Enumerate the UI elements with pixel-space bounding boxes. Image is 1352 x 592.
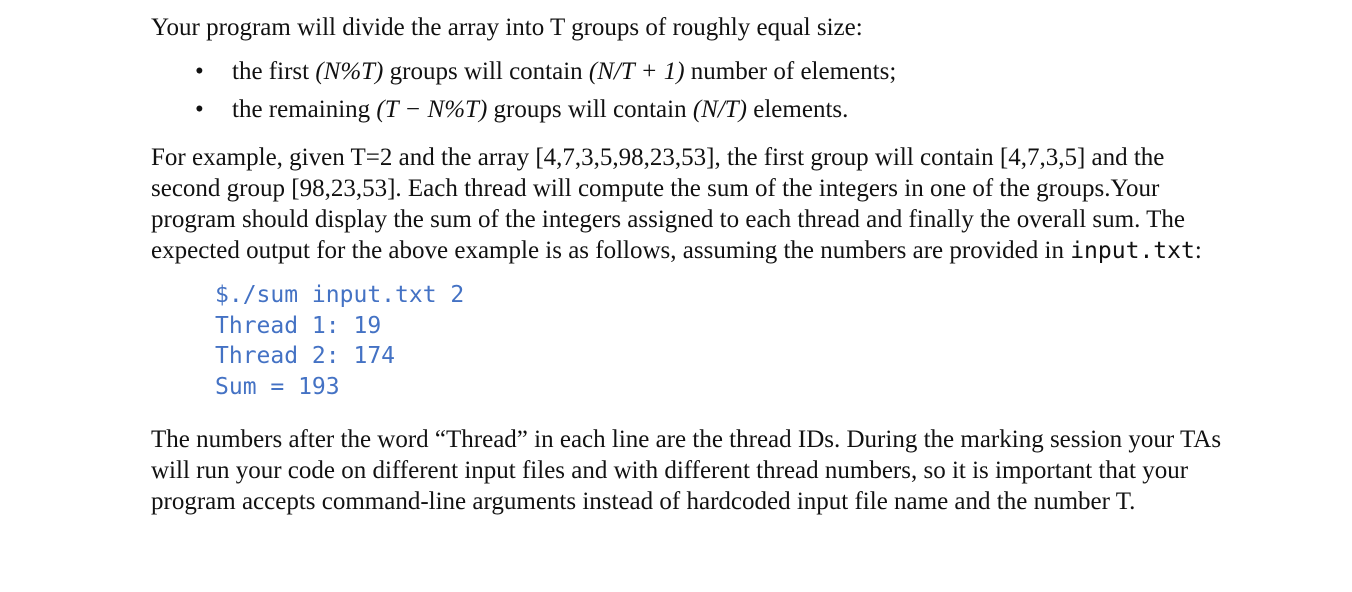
code-line: Thread 2: 174 [215,343,396,369]
bullet-text-pre: the remaining [232,96,377,123]
math-expression: (N/T) [692,96,748,123]
closing-paragraph: The numbers after the word “Thread” in e… [151,426,1222,515]
code-line: Sum = 193 [215,373,340,400]
bullet-text-mid: groups will contain [487,96,693,123]
bullet-icon: • [195,96,204,123]
math-expression: (T − N%T) [376,96,488,123]
bullet-text-mid: groups will contain [383,58,589,85]
expected-output-code-block: $./sum input.txt 2 Thread 1: 19 Thread 2… [215,280,1231,402]
list-item: • the remaining (T − N%T) groups will co… [151,91,1231,129]
example-end: : [1194,237,1202,264]
bullet-text-post: elements. [747,96,849,123]
bullet-text-post: number of elements; [684,58,897,85]
example-text: For example, given T=2 and the array [4,… [151,144,1185,264]
list-item: • the first (N%T) groups will contain (N… [151,53,1231,91]
math-expression: (N%T) [315,58,384,85]
math-expression: (N/T + 1) [588,58,685,85]
document-body: Your program will divide the array into … [151,12,1231,517]
bullet-icon: • [195,58,204,85]
group-rules-list: • the first (N%T) groups will contain (N… [151,53,1231,129]
bullet-text-pre: the first [232,58,316,85]
example-paragraph: For example, given T=2 and the array [4,… [151,142,1231,267]
intro-paragraph: Your program will divide the array into … [151,14,863,41]
code-line: Thread 1: 19 [215,312,382,339]
code-line: $./sum input.txt 2 [215,282,465,308]
filename-code: input.txt [1070,238,1195,264]
